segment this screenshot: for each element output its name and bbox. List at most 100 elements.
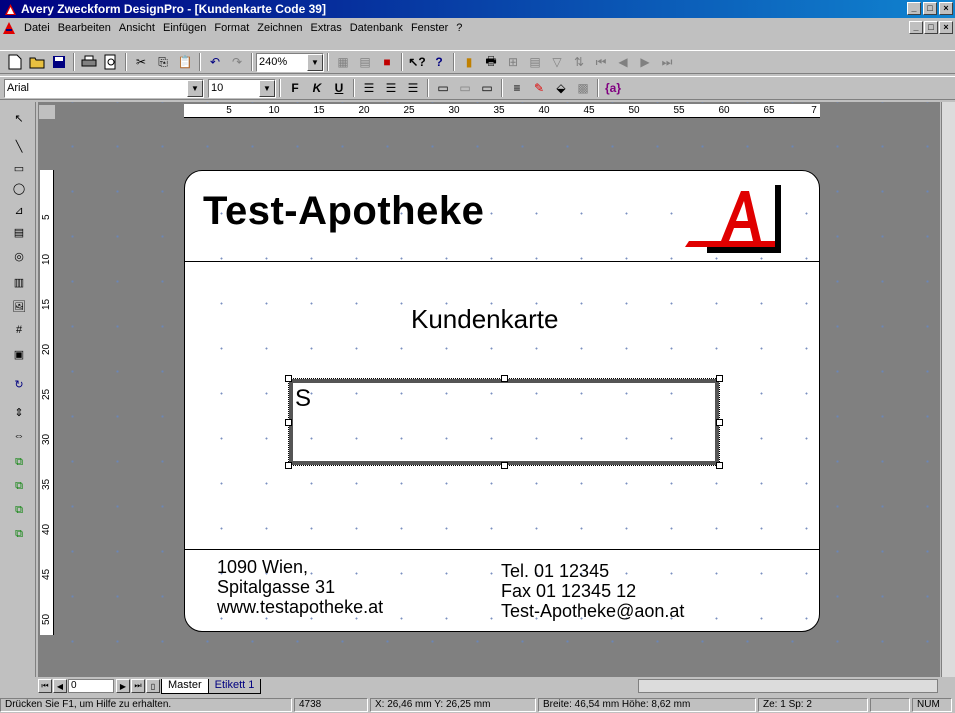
image-tool-icon[interactable]: 🖼 bbox=[9, 296, 29, 316]
print-preview-icon[interactable] bbox=[101, 52, 121, 72]
tab-master[interactable]: Master bbox=[161, 678, 209, 694]
barcode-field[interactable]: S bbox=[285, 375, 723, 469]
company-name-text[interactable]: Test-Apotheke bbox=[203, 189, 484, 234]
open-folder-icon[interactable] bbox=[27, 52, 47, 72]
bring-forward-icon[interactable]: ⧉ bbox=[9, 500, 29, 520]
stop-icon[interactable]: ■ bbox=[377, 52, 397, 72]
line-tool-icon[interactable]: ╲ bbox=[9, 136, 29, 156]
merge-icon[interactable]: ⊞ bbox=[503, 52, 523, 72]
page-number-input[interactable]: 0 bbox=[68, 679, 114, 693]
redo-icon[interactable]: ↷ bbox=[227, 52, 247, 72]
date-tool-icon[interactable]: ▣ bbox=[9, 344, 29, 364]
pattern-icon[interactable]: ▩ bbox=[573, 78, 593, 98]
line-style-icon[interactable]: ≡ bbox=[507, 78, 527, 98]
menu-einfuegen[interactable]: Einfügen bbox=[159, 22, 210, 34]
menu-ansicht[interactable]: Ansicht bbox=[115, 22, 159, 34]
select-arrow-icon[interactable]: ↖ bbox=[9, 108, 29, 128]
horizontal-scrollbar[interactable] bbox=[638, 679, 938, 693]
menu-fenster[interactable]: Fenster bbox=[407, 22, 452, 34]
align-left-icon[interactable]: ☰ bbox=[359, 78, 379, 98]
chevron-down-icon[interactable]: ▼ bbox=[307, 53, 323, 71]
menu-extras[interactable]: Extras bbox=[307, 22, 346, 34]
line-color-icon[interactable]: ✎ bbox=[529, 78, 549, 98]
grid-icon[interactable]: ▦ bbox=[333, 52, 353, 72]
cut-icon[interactable]: ✂ bbox=[131, 52, 151, 72]
document-icon[interactable] bbox=[2, 21, 16, 35]
menu-datei[interactable]: Datei bbox=[20, 22, 54, 34]
new-page-icon[interactable]: ▯ bbox=[146, 679, 160, 693]
address-block[interactable]: 1090 Wien, Spitalgasse 31 www.testapothe… bbox=[217, 557, 383, 617]
mdi-close-button[interactable]: × bbox=[939, 21, 953, 34]
flip-vertical-icon[interactable]: ⇕ bbox=[9, 402, 29, 422]
undo-icon[interactable]: ↶ bbox=[205, 52, 225, 72]
context-help-icon[interactable]: ↖? bbox=[407, 52, 427, 72]
flip-horizontal-icon[interactable]: ⇔ bbox=[9, 426, 29, 446]
resize-handle[interactable] bbox=[716, 375, 723, 382]
new-file-icon[interactable] bbox=[5, 52, 25, 72]
fill-color-icon[interactable]: ⬙ bbox=[551, 78, 571, 98]
rotate-icon[interactable]: ↻ bbox=[9, 374, 29, 394]
mdi-minimize-button[interactable]: _ bbox=[909, 21, 923, 34]
text-tool-icon[interactable]: ▤ bbox=[9, 222, 29, 242]
valign-top-icon[interactable]: ▭ bbox=[433, 78, 453, 98]
valign-middle-icon[interactable]: ▭ bbox=[455, 78, 475, 98]
print-icon[interactable] bbox=[79, 52, 99, 72]
bring-front-icon[interactable]: ⧉ bbox=[9, 452, 29, 472]
help-icon[interactable]: ? bbox=[429, 52, 449, 72]
ellipse-tool-icon[interactable]: ◯ bbox=[9, 178, 29, 198]
resize-handle[interactable] bbox=[285, 462, 292, 469]
resize-handle[interactable] bbox=[285, 375, 292, 382]
filter-icon[interactable]: ▽ bbox=[547, 52, 567, 72]
wizard-icon[interactable]: 🖶 bbox=[481, 52, 501, 72]
menu-bearbeiten[interactable]: Bearbeiten bbox=[54, 22, 115, 34]
prev-record-icon[interactable]: ◀ bbox=[613, 52, 633, 72]
mdi-restore-button[interactable]: □ bbox=[924, 21, 938, 34]
bold-button[interactable]: F bbox=[285, 78, 305, 98]
sort-icon[interactable]: ⇅ bbox=[569, 52, 589, 72]
chevron-down-icon[interactable]: ▼ bbox=[259, 79, 275, 97]
barcode-tool-icon[interactable]: ▥ bbox=[9, 272, 29, 292]
menu-zeichnen[interactable]: Zeichnen bbox=[253, 22, 306, 34]
menu-help[interactable]: ? bbox=[452, 22, 466, 34]
first-record-icon[interactable]: ⏮ bbox=[591, 52, 611, 72]
zoom-select[interactable]: 240% ▼ bbox=[256, 52, 324, 72]
resize-handle[interactable] bbox=[501, 462, 508, 469]
rectangle-tool-icon[interactable]: ▭ bbox=[9, 158, 29, 178]
polygon-tool-icon[interactable]: ⊿ bbox=[9, 200, 29, 220]
font-size-select[interactable]: 10 ▼ bbox=[208, 78, 276, 98]
underline-button[interactable]: U bbox=[329, 78, 349, 98]
round-text-icon[interactable]: ◎ bbox=[9, 246, 29, 266]
apotheke-logo[interactable] bbox=[679, 183, 789, 255]
italic-button[interactable]: K bbox=[307, 78, 327, 98]
maximize-button[interactable]: □ bbox=[923, 2, 937, 15]
label-card[interactable]: Test-Apotheke Kundenkarte S 1090 Wien, S… bbox=[184, 170, 820, 632]
chevron-down-icon[interactable]: ▼ bbox=[187, 79, 203, 97]
first-page-icon[interactable]: ⏮ bbox=[38, 679, 52, 693]
menu-format[interactable]: Format bbox=[210, 22, 253, 34]
resize-handle[interactable] bbox=[285, 419, 292, 426]
minimize-button[interactable]: _ bbox=[907, 2, 921, 15]
prev-page-icon[interactable]: ◀ bbox=[53, 679, 67, 693]
copy-icon[interactable]: ⎘ bbox=[153, 52, 173, 72]
last-record-icon[interactable]: ⏭ bbox=[657, 52, 677, 72]
menu-datenbank[interactable]: Datenbank bbox=[346, 22, 407, 34]
close-button[interactable]: × bbox=[939, 2, 953, 15]
resize-handle[interactable] bbox=[716, 419, 723, 426]
resize-handle[interactable] bbox=[716, 462, 723, 469]
align-right-icon[interactable]: ☰ bbox=[403, 78, 423, 98]
valign-bottom-icon[interactable]: ▭ bbox=[477, 78, 497, 98]
font-name-select[interactable]: Arial ▼ bbox=[4, 78, 204, 98]
last-page-icon[interactable]: ⏭ bbox=[131, 679, 145, 693]
tab-etikett-1[interactable]: Etikett 1 bbox=[207, 678, 262, 694]
label-sheet-icon[interactable]: ▮ bbox=[459, 52, 479, 72]
numbering-tool-icon[interactable]: # bbox=[9, 320, 29, 340]
insert-field-button[interactable]: {a} bbox=[603, 78, 623, 98]
next-page-icon[interactable]: ▶ bbox=[116, 679, 130, 693]
align-center-icon[interactable]: ☰ bbox=[381, 78, 401, 98]
vertical-scrollbar[interactable] bbox=[941, 102, 955, 677]
form-icon[interactable]: ▤ bbox=[525, 52, 545, 72]
send-backward-icon[interactable]: ⧉ bbox=[9, 524, 29, 544]
database-icon[interactable]: ▤ bbox=[355, 52, 375, 72]
next-record-icon[interactable]: ▶ bbox=[635, 52, 655, 72]
card-title-text[interactable]: Kundenkarte bbox=[411, 304, 558, 335]
